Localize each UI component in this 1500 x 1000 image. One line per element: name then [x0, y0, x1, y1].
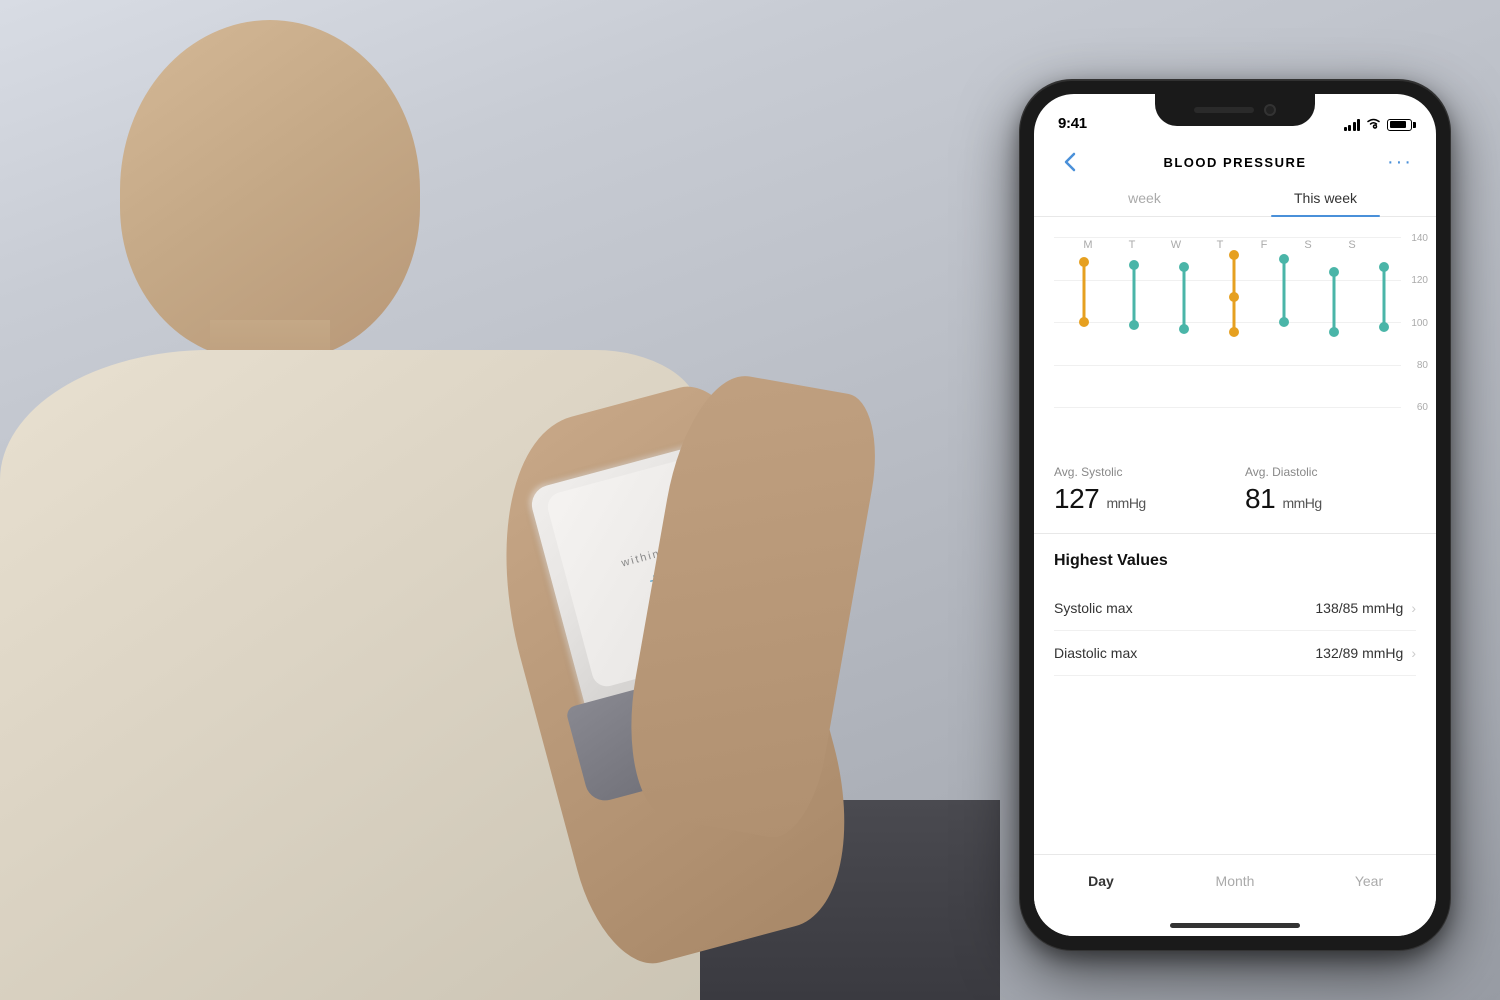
systolic-value: 127 mmHg	[1054, 483, 1225, 515]
tab-year[interactable]: Year	[1302, 867, 1436, 895]
diastolic-stat: Avg. Diastolic 81 mmHg	[1245, 465, 1416, 515]
y-label-120: 120	[1411, 275, 1428, 286]
diastolic-max-row[interactable]: Diastolic max 132/89 mmHg ›	[1054, 631, 1416, 676]
tab-nav: week This week	[1034, 178, 1436, 217]
y-label-140: 140	[1411, 233, 1428, 244]
phone-notch	[1155, 94, 1315, 126]
diastolic-value: 81 mmHg	[1245, 483, 1416, 515]
y-label-80: 80	[1417, 360, 1428, 371]
chart-y-labels: 140 120 100 80 60	[1411, 233, 1428, 413]
highest-values-title: Highest Values	[1054, 552, 1416, 570]
tab-this-week[interactable]: This week	[1235, 190, 1416, 216]
y-label-100: 100	[1411, 318, 1428, 329]
chart-svg	[1054, 237, 1404, 407]
systolic-number: 127	[1054, 483, 1099, 514]
diastolic-number: 81	[1245, 483, 1275, 514]
highest-values-section: Highest Values Systolic max 138/85 mmHg …	[1034, 534, 1436, 694]
more-dots: ···	[1387, 151, 1413, 174]
systolic-label: Avg. Systolic	[1054, 465, 1225, 479]
tab-month[interactable]: Month	[1168, 867, 1302, 895]
gridline-5	[1054, 407, 1401, 408]
systolic-stat: Avg. Systolic 127 mmHg	[1054, 465, 1225, 515]
signal-bar-2	[1348, 125, 1351, 131]
systolic-max-right: 138/85 mmHg ›	[1315, 600, 1416, 616]
signal-bar-1	[1344, 127, 1347, 131]
diastolic-unit: mmHg	[1282, 495, 1321, 511]
systolic-unit: mmHg	[1107, 495, 1146, 511]
person-head	[120, 20, 420, 360]
home-indicator	[1170, 923, 1300, 928]
systolic-max-row[interactable]: Systolic max 138/85 mmHg ›	[1054, 586, 1416, 631]
phone-frame: 9:41	[1020, 80, 1450, 950]
status-time: 9:41	[1058, 115, 1087, 132]
phone-screen: 9:41	[1034, 94, 1436, 936]
status-icons	[1344, 117, 1413, 132]
tab-year-label: Year	[1355, 873, 1383, 889]
more-button[interactable]: ···	[1384, 146, 1416, 178]
app-header: BLOOD PRESSURE ···	[1034, 138, 1436, 178]
signal-bar-3	[1353, 122, 1356, 131]
diastolic-max-right: 132/89 mmHg ›	[1315, 645, 1416, 661]
battery-icon	[1387, 119, 1412, 131]
header-title: BLOOD PRESSURE	[1163, 155, 1306, 170]
wifi-icon	[1366, 117, 1381, 132]
tab-day[interactable]: Day	[1034, 867, 1168, 895]
notch-camera	[1264, 104, 1276, 116]
back-button[interactable]	[1054, 146, 1086, 178]
systolic-max-label: Systolic max	[1054, 600, 1133, 616]
tab-week[interactable]: week	[1054, 190, 1235, 216]
tab-day-label: Day	[1088, 873, 1114, 889]
phone-wrapper: 9:41	[1020, 80, 1450, 950]
signal-bar-4	[1357, 119, 1360, 131]
diastolic-max-value: 132/89 mmHg	[1315, 645, 1403, 661]
y-label-60: 60	[1417, 402, 1428, 413]
diastolic-max-chevron: ›	[1411, 645, 1416, 661]
stats-section: Avg. Systolic 127 mmHg Avg. Diastolic 81…	[1034, 447, 1436, 534]
chart-area: 140 120 100 80 60	[1034, 217, 1436, 447]
diastolic-label: Avg. Diastolic	[1245, 465, 1416, 479]
tab-month-label: Month	[1216, 873, 1255, 889]
systolic-max-chevron: ›	[1411, 600, 1416, 616]
systolic-max-value: 138/85 mmHg	[1315, 600, 1403, 616]
diastolic-max-label: Diastolic max	[1054, 645, 1137, 661]
signal-icon	[1344, 119, 1361, 131]
person-figure: withings +	[0, 0, 860, 1000]
battery-fill	[1390, 121, 1406, 128]
bottom-tab-bar: Day Month Year	[1034, 854, 1436, 936]
notch-speaker	[1194, 107, 1254, 113]
